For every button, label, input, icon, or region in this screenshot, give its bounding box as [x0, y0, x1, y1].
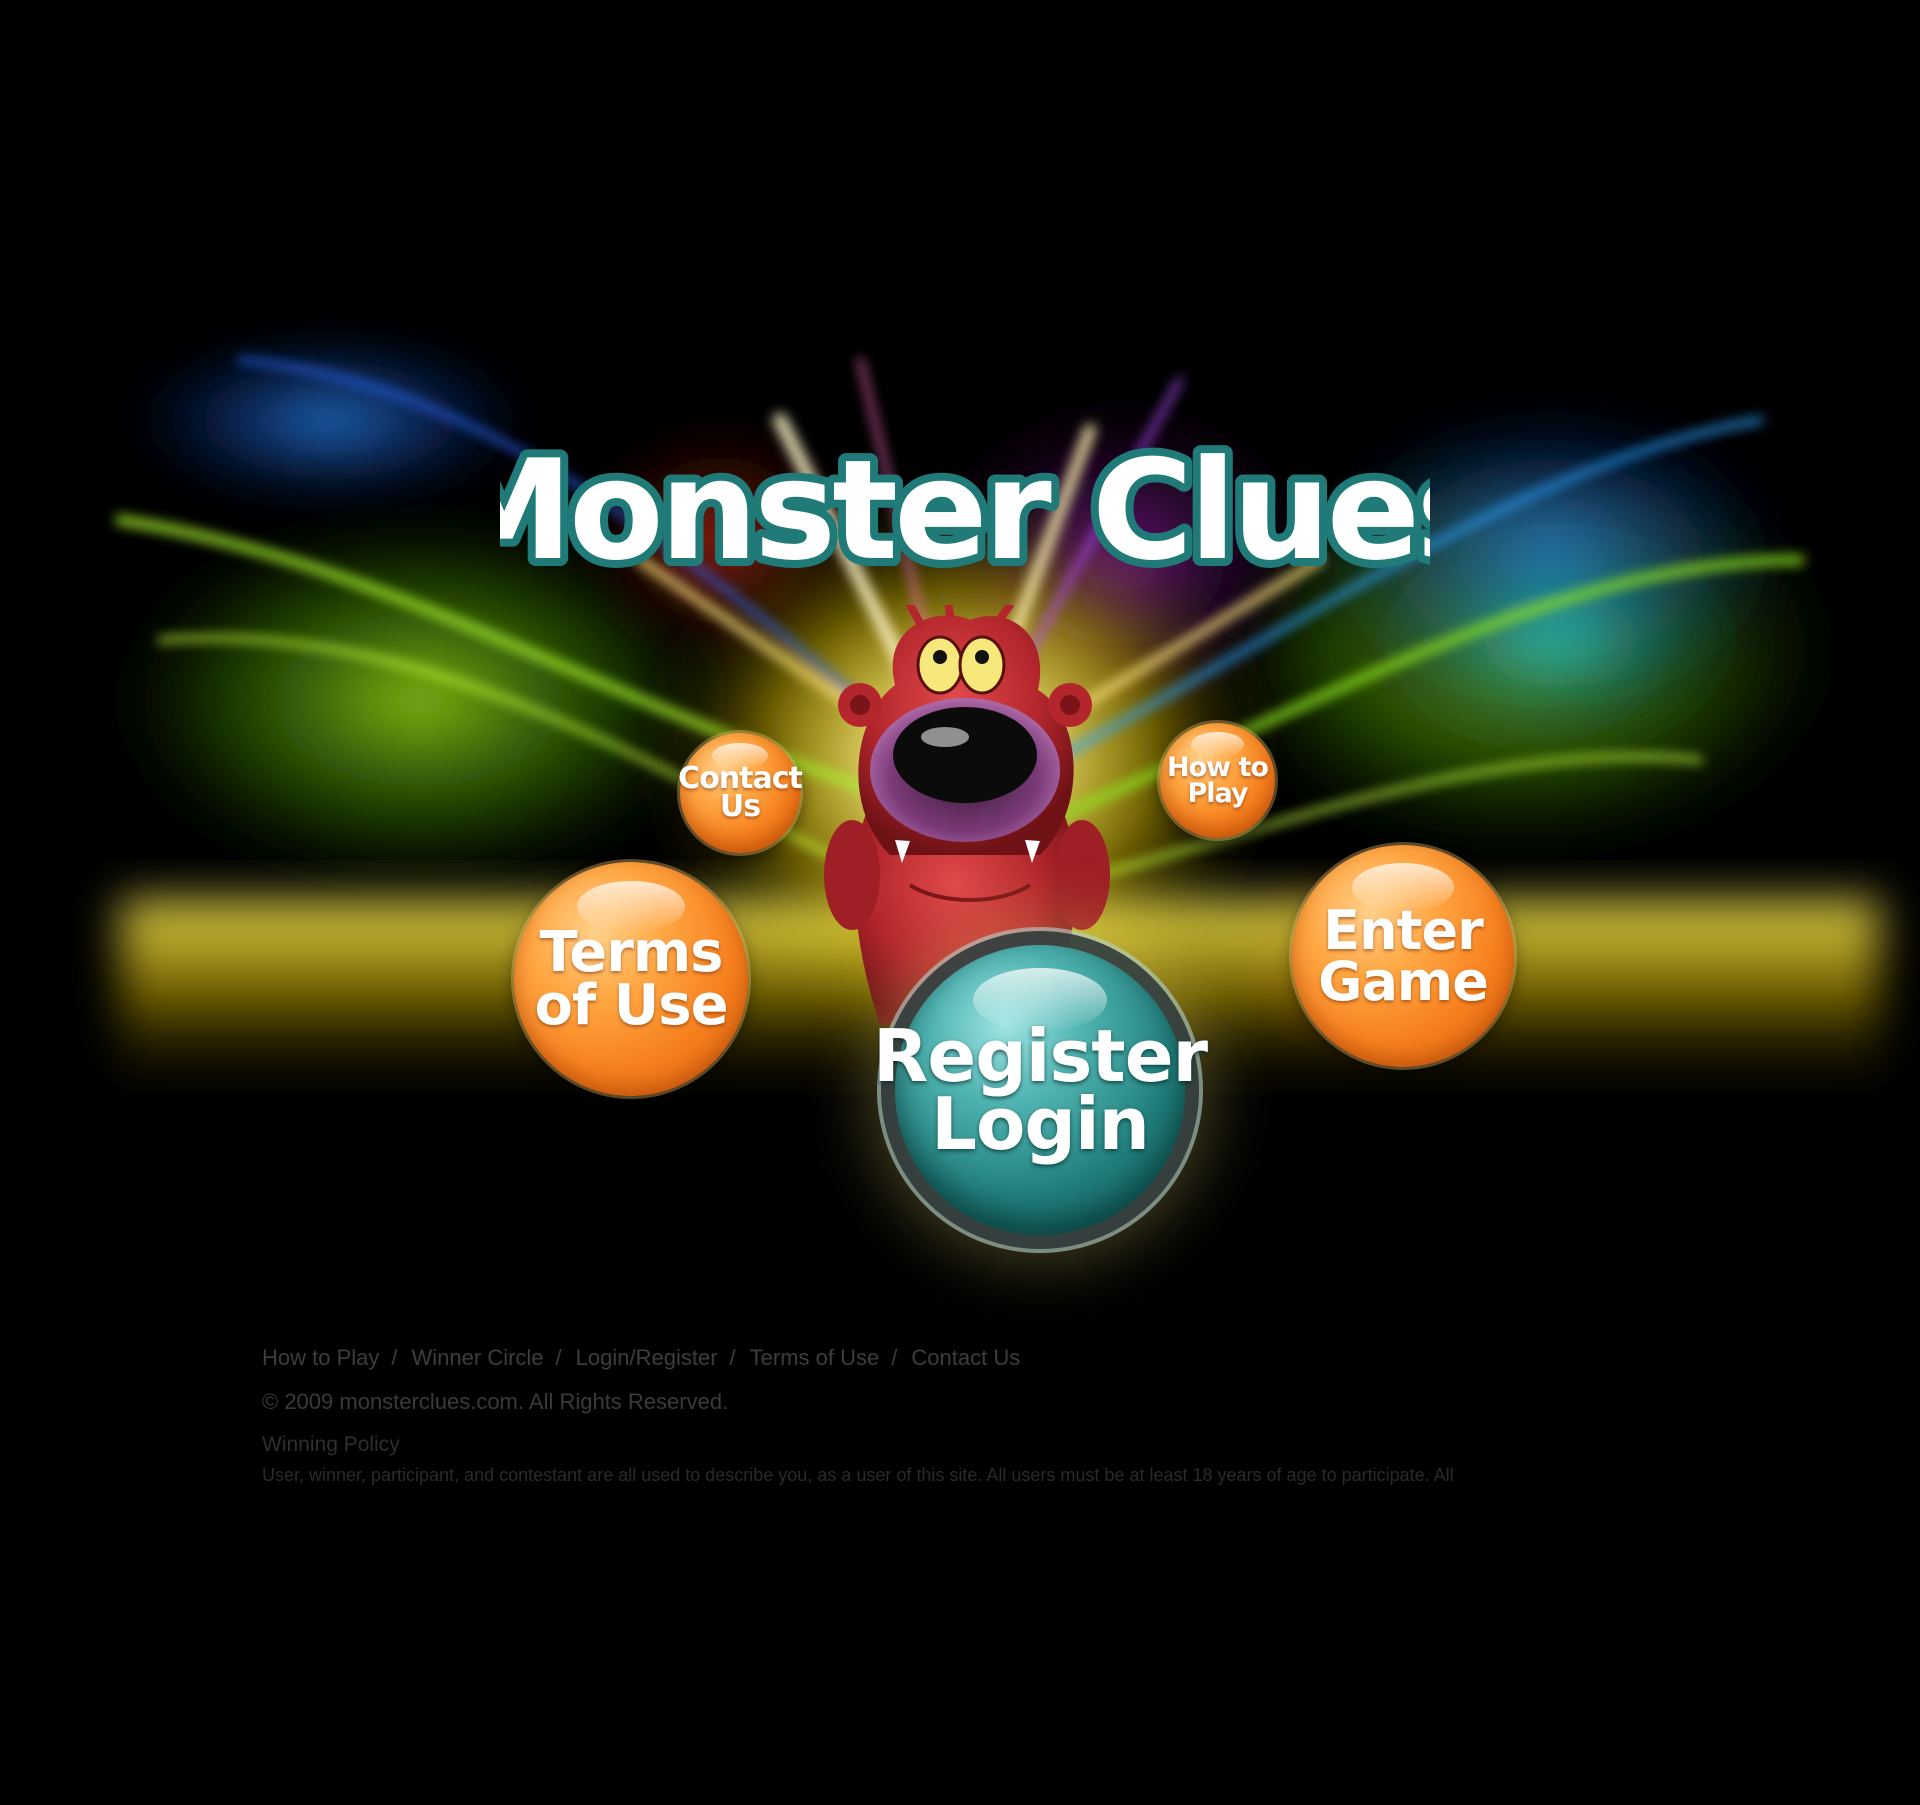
terms-of-use-label-line2: of Use [534, 973, 728, 1038]
how-to-play-label-line1: How to [1167, 751, 1269, 783]
splash-page: Monster Clues Monster Clues [0, 0, 1920, 1805]
footer-separator: / [729, 1345, 736, 1370]
winning-policy-title: Winning Policy [262, 1433, 400, 1456]
terms-of-use-label-line1: Terms [539, 919, 723, 985]
enter-game-label-line2: Game [1318, 950, 1489, 1013]
footer-link-winner-circle[interactable]: Winner Circle [412, 1345, 544, 1370]
terms-of-use-button[interactable]: Terms of Use [514, 862, 748, 1096]
footer: How to Play / Winner Circle / Login/Register… [262, 1345, 1742, 1503]
footer-link-how-to-play[interactable]: How to Play [262, 1345, 379, 1370]
footer-link-login-register[interactable]: Login/Register [576, 1345, 718, 1370]
copyright-text: © 2009 monsterclues.com. All Rights Rese… [262, 1389, 729, 1414]
footer-separator: / [555, 1345, 562, 1370]
footer-nav: How to Play / Winner Circle / Login/Register… [262, 1345, 1742, 1371]
winning-policy-body: User, winner, participant, and contestan… [262, 1465, 1454, 1485]
monster-clues-logo: Monster Clues Monster Clues [500, 430, 1430, 590]
contact-us-button[interactable]: Contact Us [678, 733, 803, 853]
svg-text:Monster Clues: Monster Clues [500, 430, 1430, 590]
enter-game-button[interactable]: Enter Game [1292, 845, 1514, 1067]
enter-game-label-line1: Enter [1323, 898, 1483, 962]
footer-link-terms-of-use[interactable]: Terms of Use [750, 1345, 880, 1370]
contact-us-label-line2: Us [719, 789, 761, 824]
how-to-play-button[interactable]: How to Play [1160, 723, 1275, 838]
footer-separator: / [891, 1345, 898, 1370]
register-login-label-line1: Register [872, 1013, 1208, 1098]
winning-policy-text: User, winner, participant, and contestan… [262, 1461, 1742, 1503]
footer-separator: / [391, 1345, 398, 1370]
register-login-label-line2: Login [931, 1082, 1150, 1166]
how-to-play-label-line2: Play [1187, 777, 1248, 809]
register-login-button[interactable]: Register Login [873, 945, 1208, 1235]
footer-link-contact-us[interactable]: Contact Us [911, 1345, 1020, 1370]
